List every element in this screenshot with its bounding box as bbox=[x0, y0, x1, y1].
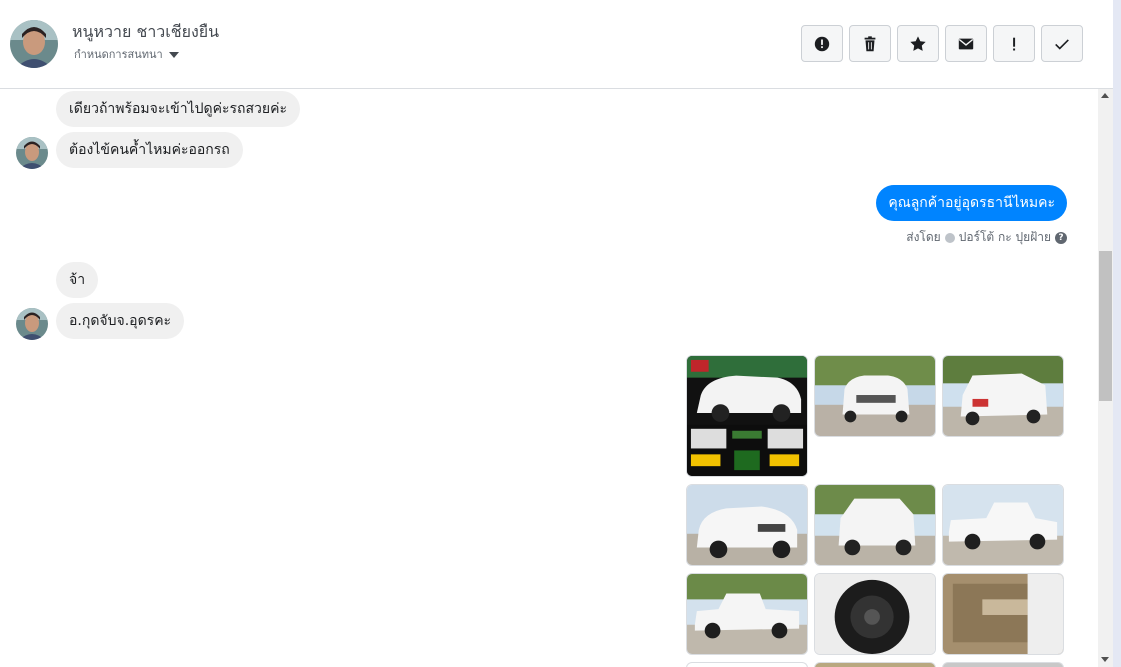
white-pickup-side-icon bbox=[943, 485, 1063, 565]
photo-attachment[interactable] bbox=[942, 355, 1064, 437]
follow-up-button[interactable] bbox=[993, 25, 1035, 62]
photo-attachment[interactable] bbox=[814, 484, 936, 566]
photo-attachment[interactable] bbox=[686, 573, 808, 655]
scroll-up-arrow-icon[interactable] bbox=[1101, 93, 1109, 98]
assign-conversation-dropdown[interactable]: กำหนดการสนทนา bbox=[74, 45, 179, 63]
avatar-photo-icon bbox=[16, 308, 48, 340]
message-bubble-incoming: จ้า bbox=[56, 262, 99, 298]
photo-attachment[interactable] bbox=[942, 484, 1064, 566]
scroll-thumb[interactable] bbox=[1099, 251, 1112, 401]
white-pickup-front-icon bbox=[815, 356, 935, 436]
scroll-down-arrow-icon[interactable] bbox=[1101, 657, 1109, 662]
sender-avatar[interactable] bbox=[16, 308, 48, 340]
photo-attachment[interactable] bbox=[942, 662, 1064, 667]
photo-attachment[interactable] bbox=[942, 573, 1064, 655]
mark-unread-button[interactable] bbox=[945, 25, 987, 62]
help-icon[interactable]: ? bbox=[1055, 231, 1067, 244]
header-actions bbox=[801, 25, 1083, 62]
conversation-header: หนูหวาย ชาวเชียงยืน กำหนดการสนทนา bbox=[0, 0, 1113, 89]
caret-down-icon bbox=[168, 51, 179, 58]
sender-avatar[interactable] bbox=[16, 137, 48, 169]
message-bubble-outgoing: คุณลูกค้าอยู่อุดรธานีไหมคะ bbox=[876, 185, 1067, 221]
photo-attachment[interactable] bbox=[814, 355, 936, 437]
photo-attachment[interactable] bbox=[814, 573, 936, 655]
photo-attachment[interactable] bbox=[814, 662, 936, 667]
contact-avatar[interactable] bbox=[10, 20, 58, 68]
alert-circle-icon bbox=[814, 36, 830, 51]
contact-name[interactable]: หนูหวาย ชาวเชียงยืน bbox=[72, 20, 219, 45]
exclamation-icon bbox=[1013, 37, 1016, 50]
verified-check-icon bbox=[944, 232, 955, 243]
star-icon bbox=[910, 35, 926, 51]
message-bubble-incoming: อ.กุดจับจ.อุดรคะ bbox=[56, 303, 185, 339]
avatar-photo-icon bbox=[16, 137, 48, 169]
message-thread: เดียวถ้าพร้อมจะเข้าไปดูค่ะรถสวยค่ะ ต้องไ… bbox=[0, 89, 1098, 667]
truck-ad-collage-icon bbox=[687, 356, 807, 476]
sent-by-line: ส่งโดย ปอร์โต้ กะ ปุยฝ้าย ? bbox=[906, 228, 1067, 247]
sent-by-prefix: ส่งโดย bbox=[906, 230, 941, 244]
messenger-conversation: หนูหวาย ชาวเชียงยืน กำหนดการสนทนา เดียวถ… bbox=[0, 0, 1121, 667]
message-bubble-incoming: ต้องไข้คนค้ำไหมค่ะออกรถ bbox=[56, 132, 243, 168]
window-edge bbox=[1113, 0, 1121, 667]
photo-attachment[interactable] bbox=[686, 484, 808, 566]
message-bubble-incoming: เดียวถ้าพร้อมจะเข้าไปดูค่ะรถสวยค่ะ bbox=[56, 91, 300, 127]
white-pickup-rear-three-quarter-icon bbox=[815, 485, 935, 565]
wheel-tire-closeup-icon bbox=[815, 574, 935, 654]
checkmark-icon bbox=[1055, 38, 1069, 50]
sent-by-name[interactable]: ปอร์โต้ กะ ปุยฝ้าย bbox=[959, 228, 1051, 247]
white-pickup-rear-icon bbox=[943, 356, 1063, 436]
assign-label: กำหนดการสนทนา bbox=[74, 48, 163, 61]
white-pickup-front-three-quarter-icon bbox=[687, 485, 807, 565]
thread-scrollbar[interactable] bbox=[1098, 89, 1113, 667]
white-pickup-side-left-icon bbox=[687, 574, 807, 654]
envelope-icon bbox=[958, 38, 974, 49]
trash-icon bbox=[864, 35, 876, 51]
avatar-photo-icon bbox=[10, 20, 58, 68]
photo-attachment[interactable] bbox=[686, 662, 808, 667]
mark-done-button[interactable] bbox=[1041, 25, 1083, 62]
mark-spam-button[interactable] bbox=[801, 25, 843, 62]
delete-button[interactable] bbox=[849, 25, 891, 62]
door-interior-panel-icon bbox=[943, 574, 1063, 654]
photo-attachment[interactable] bbox=[686, 355, 808, 477]
star-button[interactable] bbox=[897, 25, 939, 62]
